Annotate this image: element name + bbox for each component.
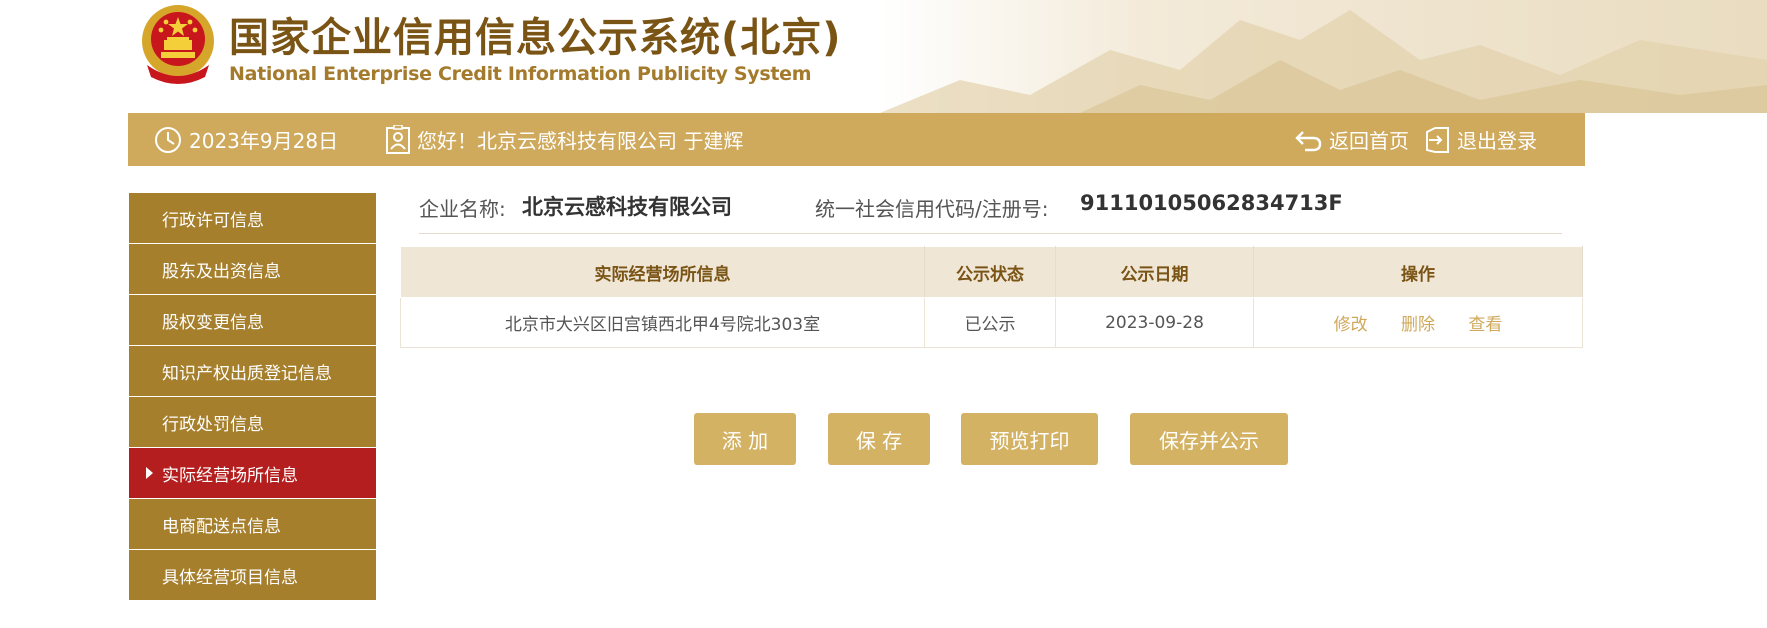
cell-date: 2023-09-28	[1055, 297, 1254, 348]
credit-code-value: 91110105062834713F	[1080, 191, 1343, 215]
company-name-value: 北京云感科技有限公司	[522, 195, 732, 219]
edit-link[interactable]: 修改	[1334, 315, 1368, 335]
company-name-label: 企业名称:	[419, 197, 506, 221]
sidebar-item-label: 电商配送点信息	[162, 516, 281, 537]
cell-actions: 修改 删除 查看	[1253, 297, 1583, 348]
logout-label[interactable]: 退出登录	[1457, 125, 1537, 154]
sidebar-item-label: 具体经营项目信息	[162, 567, 298, 588]
sidebar-item-label: 行政处罚信息	[162, 414, 264, 435]
table-row: 北京市大兴区旧宫镇西北甲4号院北303室 已公示 2023-09-28 修改 删…	[400, 297, 1583, 348]
clock-icon	[153, 125, 183, 155]
cell-address: 北京市大兴区旧宫镇西北甲4号院北303室	[400, 297, 925, 348]
save-button[interactable]: 保 存	[828, 413, 930, 465]
sidebar-item-label: 股东及出资信息	[162, 261, 281, 282]
col-header-actions: 操作	[1253, 246, 1583, 298]
preview-print-button[interactable]: 预览打印	[961, 413, 1098, 465]
logout-link[interactable]: 退出登录	[1423, 113, 1537, 166]
premises-table: 实际经营场所信息 公示状态 公示日期 操作 北京市大兴区旧宫镇西北甲4号院北30…	[400, 246, 1583, 348]
sidebar-item-equity-change[interactable]: 股权变更信息	[129, 295, 376, 345]
greeting-text: 您好！北京云感科技有限公司 于建辉	[417, 129, 744, 153]
col-header-date: 公示日期	[1055, 246, 1254, 298]
date-text: 2023年9月28日	[189, 129, 339, 153]
col-header-address: 实际经营场所信息	[400, 246, 925, 298]
sidebar-item-label: 实际经营场所信息	[162, 465, 298, 486]
delete-link[interactable]: 删除	[1401, 315, 1435, 335]
site-title: 国家企业信用信息公示系统(北京)	[229, 15, 842, 61]
col-header-status: 公示状态	[924, 246, 1056, 298]
credit-code-label: 统一社会信用代码/注册号:	[815, 197, 1049, 221]
return-icon	[1295, 127, 1323, 153]
current-date: 2023年9月28日	[153, 113, 338, 166]
user-greeting: 您好！北京云感科技有限公司 于建辉	[385, 113, 743, 166]
sidebar-item-label: 知识产权出质登记信息	[162, 363, 332, 384]
national-emblem	[142, 5, 214, 84]
view-link[interactable]: 查看	[1468, 315, 1502, 335]
top-bar: 2023年9月28日 您好！北京云感科技有限公司 于建辉 返回首页 退出登录	[128, 113, 1585, 166]
sidebar-item-label: 股权变更信息	[162, 312, 264, 333]
return-home-link[interactable]: 返回首页	[1295, 113, 1409, 166]
sidebar-item-label: 行政许可信息	[162, 210, 264, 231]
sidebar-item-admin-license[interactable]: 行政许可信息	[129, 193, 376, 243]
site-header: 国家企业信用信息公示系统(北京) National Enterprise Cre…	[0, 0, 1767, 113]
user-badge-icon	[385, 124, 411, 155]
save-and-publish-button[interactable]: 保存并公示	[1130, 413, 1288, 465]
add-button[interactable]: 添 加	[694, 413, 796, 465]
sidebar-item-ip-pledge[interactable]: 知识产权出质登记信息	[129, 346, 376, 396]
sidebar-item-business-premises[interactable]: 实际经营场所信息	[129, 448, 376, 498]
table-header-row: 实际经营场所信息 公示状态 公示日期 操作	[400, 246, 1583, 298]
company-info: 企业名称: 北京云感科技有限公司 统一社会信用代码/注册号: 911101050…	[419, 188, 1562, 234]
sidebar-item-ecommerce-delivery[interactable]: 电商配送点信息	[129, 499, 376, 549]
great-wall-background	[880, 0, 1767, 113]
return-home-label[interactable]: 返回首页	[1329, 125, 1409, 154]
sidebar-item-admin-penalty[interactable]: 行政处罚信息	[129, 397, 376, 447]
site-subtitle: National Enterprise Credit Information P…	[229, 63, 812, 85]
cell-status: 已公示	[924, 297, 1056, 348]
sidebar-nav: 行政许可信息 股东及出资信息 股权变更信息 知识产权出质登记信息 行政处罚信息 …	[129, 193, 376, 601]
logout-icon	[1423, 125, 1451, 155]
sidebar-item-shareholders[interactable]: 股东及出资信息	[129, 244, 376, 294]
active-caret-icon	[146, 467, 153, 479]
sidebar-item-business-projects[interactable]: 具体经营项目信息	[129, 550, 376, 600]
